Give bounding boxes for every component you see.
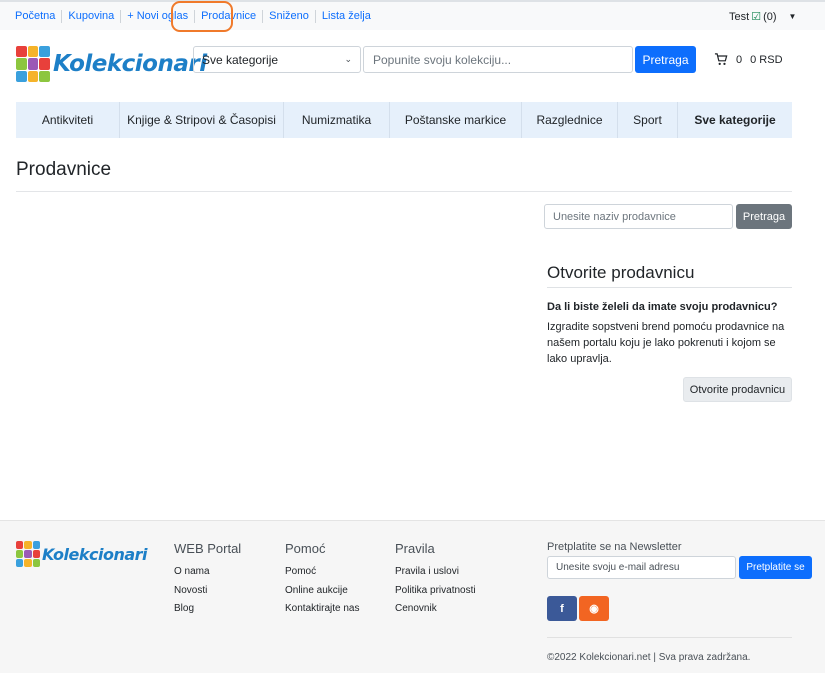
newsletter-heading: Pretplatite se na Newsletter: [547, 541, 682, 553]
user-name: Test: [729, 10, 750, 23]
nav-item-razglednice[interactable]: Razglednice: [522, 102, 618, 138]
top-bar: Početna Kupovina + Novi oglas Prodavnice…: [0, 0, 825, 30]
cart-count: 0: [736, 53, 743, 66]
nav-item-numizmatika[interactable]: Numizmatika: [284, 102, 390, 138]
caret-down-icon[interactable]: ▼: [789, 12, 797, 21]
footer-link[interactable]: Blog: [174, 600, 241, 619]
cart-total: 0 RSD: [750, 53, 783, 66]
link-snizeno[interactable]: Sniženo: [263, 10, 316, 23]
newsletter-subscribe-button[interactable]: Pretplatite se: [739, 556, 812, 579]
footer-heading: Pravila: [395, 541, 435, 556]
search-button[interactable]: Pretraga: [635, 46, 696, 73]
open-store-title: Otvorite prodavnicu: [547, 263, 695, 282]
footer-col-pomoc: Pomoć Pomoć Online aukcije Kontaktirajte…: [285, 541, 360, 619]
puzzle-logo-icon: [16, 46, 50, 82]
category-nav: Antikviteti Knjige & Stripovi & Časopisi…: [16, 102, 792, 138]
footer-link[interactable]: Politika privatnosti: [395, 582, 476, 601]
highlight-annotation: [171, 1, 233, 32]
user-count: (0): [763, 10, 777, 23]
nav-item-antikviteti[interactable]: Antikviteti: [16, 102, 120, 138]
footer-col-web-portal: WEB Portal O nama Novosti Blog: [174, 541, 241, 619]
footer-link[interactable]: Kontaktirajte nas: [285, 600, 360, 619]
open-store-text: Izgradite sopstveni brend pomoću prodavn…: [547, 321, 785, 365]
divider: [16, 191, 792, 192]
footer-link[interactable]: Pomoć: [285, 563, 360, 582]
rss-icon[interactable]: ◉: [579, 596, 609, 621]
user-menu[interactable]: Test ☑ (0) ▼: [729, 10, 797, 24]
footer-heading: Pomoć: [285, 541, 326, 556]
nav-item-sve-kategorije[interactable]: Sve kategorije: [678, 102, 792, 138]
open-store-question: Da li biste želeli da imate svoju prodav…: [547, 301, 778, 313]
logo-text: Kolekcionari: [53, 51, 207, 77]
footer-logo[interactable]: Kolekcionari: [16, 541, 148, 567]
footer-col-pravila: Pravila Pravila i uslovi Politika privat…: [395, 541, 476, 619]
category-select[interactable]: Sve kategorije ⌄: [193, 46, 361, 73]
nav-item-knjige[interactable]: Knjige & Stripovi & Časopisi: [120, 102, 284, 138]
open-store-button[interactable]: Otvorite prodavnicu: [683, 377, 792, 402]
divider: [547, 637, 792, 638]
footer-link[interactable]: O nama: [174, 563, 241, 582]
puzzle-logo-icon: [16, 541, 40, 567]
site-logo[interactable]: Kolekcionari: [16, 46, 207, 82]
logo-text: Kolekcionari: [42, 544, 148, 564]
check-icon: ☑: [751, 11, 762, 23]
newsletter-email-input[interactable]: [547, 556, 736, 579]
facebook-icon[interactable]: f: [547, 596, 577, 621]
store-search-input[interactable]: [544, 204, 733, 229]
link-kupovina[interactable]: Kupovina: [62, 10, 122, 23]
chevron-down-icon: ⌄: [344, 54, 352, 64]
page-title: Prodavnice: [16, 159, 112, 180]
copyright: ©2022 Kolekcionari.net | Sva prava zadrž…: [547, 652, 751, 663]
cart-icon: [714, 53, 728, 65]
link-lista-zelja[interactable]: Lista želja: [316, 10, 377, 23]
nav-item-sport[interactable]: Sport: [618, 102, 678, 138]
cart[interactable]: 0 0 RSD: [714, 53, 783, 66]
search-input[interactable]: [363, 46, 633, 73]
nav-item-postanske-markice[interactable]: Poštanske markice: [390, 102, 522, 138]
store-search-button[interactable]: Pretraga: [736, 204, 792, 229]
category-select-value: Sve kategorije: [202, 52, 279, 67]
footer-link[interactable]: Online aukcije: [285, 582, 360, 601]
footer-link[interactable]: Novosti: [174, 582, 241, 601]
footer-heading: WEB Portal: [174, 541, 242, 556]
footer-link[interactable]: Pravila i uslovi: [395, 563, 476, 582]
divider: [547, 287, 792, 288]
link-pocetna[interactable]: Početna: [9, 10, 63, 23]
footer-link[interactable]: Cenovnik: [395, 600, 476, 619]
